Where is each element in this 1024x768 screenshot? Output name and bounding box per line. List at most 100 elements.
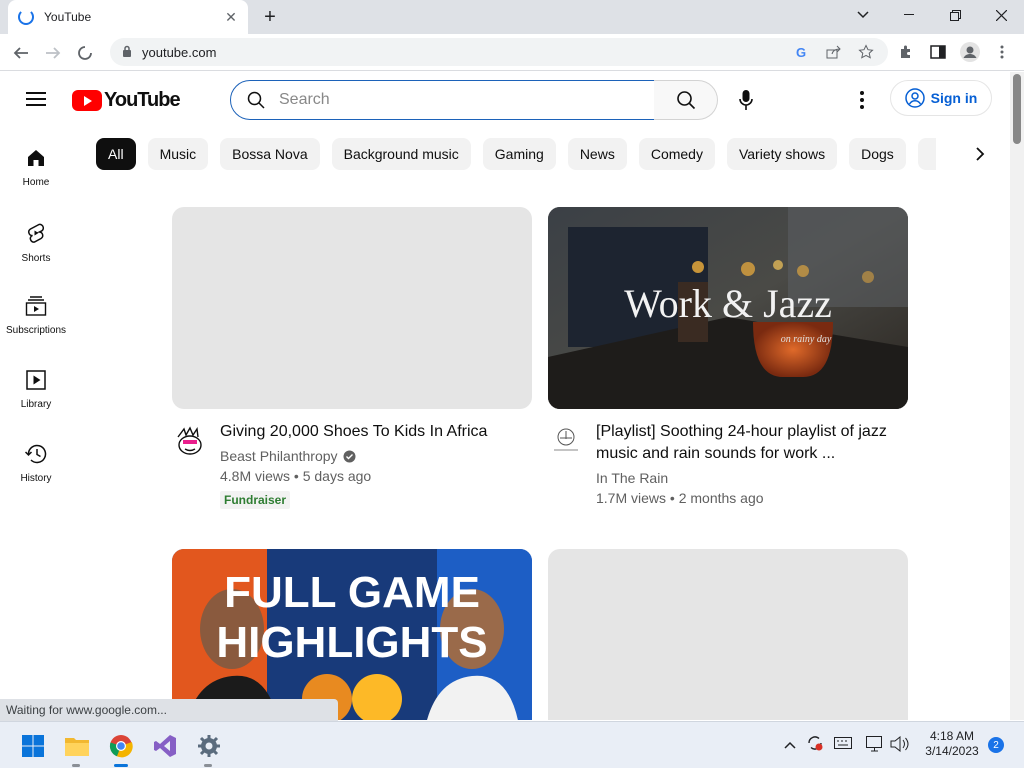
youtube-logo[interactable]: YouTube xyxy=(72,89,181,112)
channel-name[interactable]: In The Rain xyxy=(596,470,668,486)
nav-label-history: History xyxy=(20,473,52,484)
search-button[interactable] xyxy=(654,80,718,120)
chips-next-button[interactable] xyxy=(966,140,994,168)
file-explorer-icon[interactable] xyxy=(62,731,92,761)
history-icon xyxy=(25,444,47,464)
restore-button[interactable] xyxy=(932,0,978,30)
stop-loading-button[interactable] xyxy=(72,40,98,66)
chrome-active-indicator xyxy=(114,764,128,767)
profile-avatar-icon[interactable] xyxy=(958,40,982,64)
search-button-icon xyxy=(676,91,695,110)
google-lens-icon[interactable]: G xyxy=(790,40,814,64)
search-icon xyxy=(247,91,265,109)
sync-status-icon[interactable] xyxy=(806,734,824,755)
video-title[interactable]: [Playlist] Soothing 24-hour playlist of … xyxy=(596,421,896,465)
nav-item-subscriptions[interactable]: Subscriptions xyxy=(0,286,72,350)
chip-comedy[interactable]: Comedy xyxy=(638,138,715,170)
nav-item-home[interactable]: Home xyxy=(0,138,72,202)
forward-button[interactable] xyxy=(40,40,66,66)
minimize-button[interactable] xyxy=(886,0,932,30)
bookmark-star-icon[interactable] xyxy=(854,40,878,64)
chip-dogs[interactable]: Dogs xyxy=(849,138,906,170)
chrome-taskbar-icon[interactable] xyxy=(106,731,136,761)
home-icon xyxy=(28,150,44,166)
chrome-menu-icon[interactable] xyxy=(990,40,1014,64)
loading-spinner-icon xyxy=(18,9,34,25)
youtube-header: YouTube Sign in xyxy=(0,72,1010,128)
thumbnail-subtitle-text: on rainy day xyxy=(781,334,832,345)
clock-time: 4:18 AM xyxy=(929,729,975,743)
microphone-icon xyxy=(739,90,753,110)
subscriptions-icon xyxy=(25,296,47,316)
jazz-thumbnail-art: Work & Jazz on rainy day xyxy=(548,207,908,409)
explorer-running-indicator xyxy=(72,764,80,767)
library-icon xyxy=(26,370,46,390)
chip-variety-shows[interactable]: Variety shows xyxy=(726,138,838,170)
nav-item-history[interactable]: History xyxy=(0,434,72,498)
side-panel-icon[interactable] xyxy=(926,40,950,64)
notification-count-badge[interactable]: 2 xyxy=(988,737,1004,753)
chip-all[interactable]: All xyxy=(96,138,136,170)
channel-avatar[interactable] xyxy=(548,423,584,459)
video-thumbnail[interactable] xyxy=(172,207,532,409)
clock-date: 3/14/2023 xyxy=(925,744,979,758)
search-input[interactable] xyxy=(277,90,617,110)
nba-highlights-thumbnail-art: FULL GAME HIGHLIGHTS xyxy=(172,549,532,720)
close-window-button[interactable] xyxy=(978,0,1024,30)
video-stats: 1.7M views • 2 months ago xyxy=(596,490,764,506)
video-card[interactable]: FULL GAME HIGHLIGHTS xyxy=(172,549,532,720)
settings-menu-icon[interactable] xyxy=(850,86,874,114)
video-title[interactable]: Giving 20,000 Shoes To Kids In Africa xyxy=(220,421,520,443)
chip-gaming[interactable]: Gaming xyxy=(482,138,556,170)
nav-item-library[interactable]: Library xyxy=(0,360,72,424)
chip-news[interactable]: News xyxy=(567,138,627,170)
visual-studio-icon[interactable] xyxy=(150,731,180,761)
tab-strip: YouTube ✕ + xyxy=(0,0,1024,34)
chip-music[interactable]: Music xyxy=(147,138,209,170)
video-thumbnail[interactable]: FULL GAME HIGHLIGHTS xyxy=(172,549,532,720)
extensions-icon[interactable] xyxy=(894,40,918,64)
video-thumbnail[interactable]: Work & Jazz on rainy day xyxy=(548,207,908,409)
shorts-icon xyxy=(28,223,45,243)
chevron-right-icon xyxy=(976,147,985,161)
channel-name[interactable]: Beast Philanthropy xyxy=(220,448,338,464)
search-box[interactable] xyxy=(230,80,655,120)
chip-partial[interactable] xyxy=(917,138,936,170)
video-card[interactable]: Work & Jazz on rainy day [Playlist] Soot… xyxy=(548,207,908,527)
voice-search-button[interactable] xyxy=(726,80,766,120)
nav-item-shorts[interactable]: Shorts xyxy=(0,212,72,276)
nav-label-shorts: Shorts xyxy=(21,253,51,264)
video-card[interactable]: Giving 20,000 Shoes To Kids In Africa Be… xyxy=(172,207,532,527)
chip-background-music[interactable]: Background music xyxy=(331,138,471,170)
show-hidden-icons-chevron-icon[interactable] xyxy=(784,736,796,752)
video-card[interactable] xyxy=(548,549,908,720)
guide-menu-icon[interactable] xyxy=(24,88,48,112)
start-button-windows-icon[interactable] xyxy=(18,731,48,761)
page-scrollbar[interactable] xyxy=(1010,72,1024,720)
new-tab-button[interactable]: + xyxy=(258,5,282,29)
tab-search-chevron-icon[interactable] xyxy=(840,0,886,30)
network-monitor-icon[interactable] xyxy=(866,736,884,755)
account-circle-icon xyxy=(904,88,925,108)
scrollbar-thumb[interactable] xyxy=(1013,74,1021,144)
thumbnail-text-line1: FULL GAME xyxy=(224,568,480,617)
share-icon[interactable] xyxy=(822,40,846,64)
back-button[interactable] xyxy=(8,40,34,66)
system-clock[interactable]: 4:18 AM 3/14/2023 xyxy=(920,729,984,759)
close-tab-icon[interactable]: ✕ xyxy=(222,9,240,26)
touch-keyboard-icon[interactable] xyxy=(834,736,852,752)
channel-avatar[interactable] xyxy=(172,423,208,459)
video-thumbnail-placeholder[interactable] xyxy=(548,549,908,720)
sign-in-label: Sign in xyxy=(930,90,978,106)
verified-check-icon xyxy=(343,450,356,462)
browser-tab-youtube[interactable]: YouTube ✕ xyxy=(8,0,248,34)
address-bar[interactable]: youtube.com xyxy=(110,38,888,66)
chip-bossa-nova[interactable]: Bossa Nova xyxy=(220,138,320,170)
sign-in-button[interactable]: Sign in xyxy=(890,80,992,116)
volume-speaker-icon[interactable] xyxy=(890,735,910,755)
browser-status-bar: Waiting for www.google.com... xyxy=(0,699,338,721)
logo-wordmark: YouTube xyxy=(104,89,181,111)
lock-icon[interactable] xyxy=(122,45,132,60)
settings-gear-icon[interactable] xyxy=(194,731,224,761)
thumbnail-text-line2: HIGHLIGHTS xyxy=(216,618,487,667)
